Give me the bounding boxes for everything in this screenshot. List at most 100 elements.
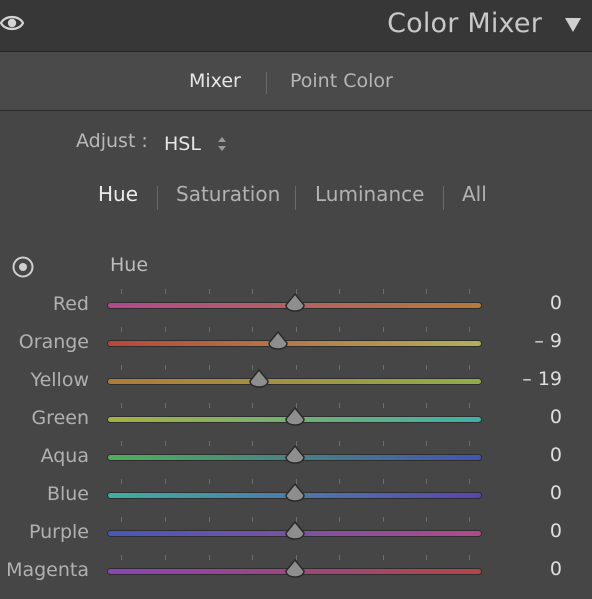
slider-tick: [469, 289, 470, 294]
panel-header[interactable]: Color Mixer: [0, 0, 592, 52]
slider-tick: [426, 365, 427, 370]
slider-tick: [383, 403, 384, 408]
slider-tick: [469, 327, 470, 332]
slider-value[interactable]: 0: [550, 444, 562, 466]
slider-tick: [165, 289, 166, 294]
adjust-label: Adjust :: [76, 130, 148, 152]
slider-value[interactable]: 0: [550, 406, 562, 428]
slider-row-magenta: Magenta 0: [0, 555, 592, 599]
slider-tick: [296, 327, 297, 332]
slider-value[interactable]: – 9: [534, 330, 562, 352]
slider-tick: [209, 403, 210, 408]
slider-thumb[interactable]: [283, 521, 307, 545]
slider-value[interactable]: 0: [550, 520, 562, 542]
tab-luminance[interactable]: Luminance: [315, 182, 424, 206]
slider-tick: [121, 555, 122, 560]
slider-tick: [209, 479, 210, 484]
slider-value[interactable]: 0: [550, 558, 562, 580]
slider-tick: [252, 327, 253, 332]
slider-tick: [252, 289, 253, 294]
adjust-select[interactable]: HSL: [164, 133, 201, 155]
slider-tick: [296, 365, 297, 370]
slider-tick: [252, 403, 253, 408]
slider-tick: [426, 327, 427, 332]
slider-tick: [426, 403, 427, 408]
slider-tick: [426, 441, 427, 446]
slider-thumb[interactable]: [266, 331, 290, 355]
slider-tick: [339, 403, 340, 408]
mode-tabs: Mixer Point Color: [0, 52, 592, 111]
slider-tick: [383, 365, 384, 370]
slider-tick: [469, 555, 470, 560]
slider-tick: [252, 517, 253, 522]
slider-tick: [383, 289, 384, 294]
slider-tick: [121, 441, 122, 446]
slider-tick: [383, 441, 384, 446]
tab-divider: [443, 186, 444, 210]
slider-label: Orange: [18, 331, 89, 353]
slider-value[interactable]: – 19: [522, 368, 562, 390]
target-adjust-icon[interactable]: [11, 255, 35, 279]
slider-tick: [209, 327, 210, 332]
slider-tick: [339, 517, 340, 522]
tab-divider: [157, 186, 158, 210]
slider-label: Magenta: [6, 559, 89, 581]
tab-hue[interactable]: Hue: [98, 182, 138, 206]
slider-tick: [252, 479, 253, 484]
slider-label: Aqua: [40, 445, 89, 467]
slider-thumb[interactable]: [283, 407, 307, 431]
tab-divider: [295, 186, 296, 210]
slider-tick: [383, 479, 384, 484]
slider-tick: [469, 479, 470, 484]
tab-point-color[interactable]: Point Color: [290, 70, 393, 92]
slider-thumb[interactable]: [283, 445, 307, 469]
slider-tick: [165, 517, 166, 522]
slider-label: Blue: [46, 483, 89, 505]
slider-tick: [339, 555, 340, 560]
section-label: Hue: [110, 254, 149, 276]
tab-mixer[interactable]: Mixer: [189, 70, 241, 92]
slider-thumb[interactable]: [247, 369, 271, 393]
slider-tick: [165, 365, 166, 370]
slider-thumb[interactable]: [283, 483, 307, 507]
slider-tick: [165, 403, 166, 408]
tab-all[interactable]: All: [462, 182, 487, 206]
slider-tick: [339, 289, 340, 294]
slider-tick: [121, 403, 122, 408]
slider-tick: [209, 289, 210, 294]
slider-tick: [165, 479, 166, 484]
slider-value[interactable]: 0: [550, 482, 562, 504]
slider-tick: [383, 327, 384, 332]
slider-tick: [165, 555, 166, 560]
triangle-down-icon[interactable]: [564, 17, 582, 33]
slider-tick: [209, 365, 210, 370]
eye-icon[interactable]: [0, 12, 24, 34]
slider-tick: [339, 327, 340, 332]
tab-saturation[interactable]: Saturation: [176, 182, 280, 206]
panel-title: Color Mixer: [387, 8, 542, 39]
slider-value[interactable]: 0: [550, 292, 562, 314]
slider-tick: [383, 555, 384, 560]
slider-label: Yellow: [30, 369, 90, 391]
slider-tick: [121, 479, 122, 484]
slider-tick: [121, 289, 122, 294]
slider-tick: [209, 517, 210, 522]
slider-tick: [121, 517, 122, 522]
slider-label: Red: [52, 293, 89, 315]
slider-tick: [426, 479, 427, 484]
slider-tick: [426, 289, 427, 294]
slider-tick: [339, 365, 340, 370]
slider-thumb[interactable]: [283, 559, 307, 583]
slider-tick: [252, 441, 253, 446]
slider-track[interactable]: [108, 341, 481, 346]
slider-tick: [209, 555, 210, 560]
slider-track[interactable]: [108, 379, 481, 384]
slider-label: Green: [31, 407, 89, 429]
slider-tick: [469, 517, 470, 522]
slider-thumb[interactable]: [283, 293, 307, 317]
slider-tick: [469, 441, 470, 446]
up-down-arrows-icon[interactable]: [216, 135, 228, 153]
slider-tick: [383, 517, 384, 522]
slider-tick: [339, 479, 340, 484]
slider-tick: [121, 365, 122, 370]
